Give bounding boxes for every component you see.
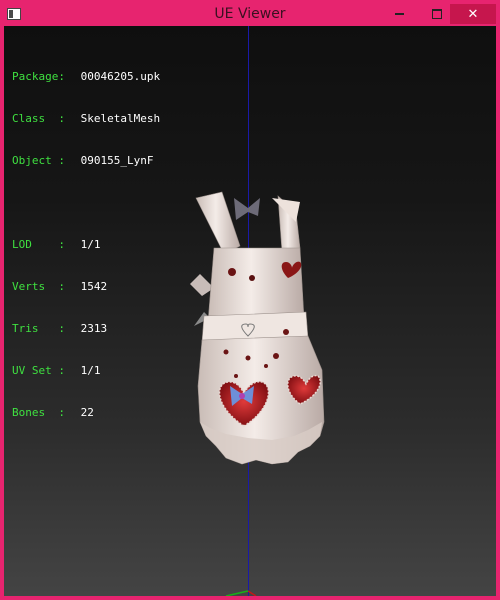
- close-button[interactable]: ✕: [450, 4, 496, 24]
- title-bar[interactable]: UE Viewer ✕: [4, 4, 496, 26]
- info-label: Object :: [12, 154, 65, 167]
- info-label: Tris :: [12, 322, 65, 335]
- apron-mesh: [190, 191, 325, 465]
- info-row-verts: Verts : 1542: [12, 280, 160, 294]
- info-row-uvset: UV Set : 1/1: [12, 364, 160, 378]
- info-label: UV Set :: [12, 364, 65, 377]
- info-label: Verts :: [12, 280, 65, 293]
- z-axis-line: [225, 590, 249, 596]
- info-label: LOD :: [12, 238, 65, 251]
- pocket-bow-knot: [239, 393, 245, 399]
- info-row-bones: Bones : 22: [12, 406, 160, 420]
- app-window: UE Viewer ✕ Package: 00046205.upk Class …: [0, 0, 500, 600]
- info-row-lod: LOD : 1/1: [12, 238, 160, 252]
- neck-bow: [234, 198, 260, 220]
- info-value: 090155_LynF: [80, 154, 154, 167]
- stain: [234, 374, 238, 378]
- info-value: 00046205.upk: [80, 70, 161, 83]
- stain: [228, 268, 236, 276]
- stain: [223, 349, 229, 355]
- info-row-package: Package: 00046205.upk: [12, 70, 160, 84]
- maximize-button[interactable]: [420, 4, 454, 24]
- stain: [283, 329, 289, 335]
- stain: [273, 353, 279, 359]
- apron-strap-left: [195, 191, 241, 255]
- stain: [249, 275, 255, 281]
- info-value: SkeletalMesh: [80, 112, 161, 125]
- x-axis-line: [247, 590, 257, 596]
- minimize-button[interactable]: [384, 4, 414, 24]
- info-row-object: Object : 090155_LynF: [12, 154, 160, 168]
- info-value: 1/1: [80, 364, 101, 377]
- stain: [245, 355, 251, 361]
- info-row-tris: Tris : 2313: [12, 322, 160, 336]
- info-label: Bones :: [12, 406, 65, 419]
- info-value: 2313: [80, 322, 108, 335]
- 3d-viewport[interactable]: Package: 00046205.upk Class : SkeletalMe…: [4, 26, 496, 596]
- info-label: Class :: [12, 112, 65, 125]
- apron-bib: [207, 247, 305, 323]
- stain: [264, 364, 268, 368]
- close-icon: ✕: [467, 7, 479, 22]
- mesh-info-panel: Package: 00046205.upk Class : SkeletalMe…: [12, 42, 160, 448]
- info-row-class: Class : SkeletalMesh: [12, 112, 160, 126]
- info-label: Package:: [12, 70, 65, 83]
- info-value: 1542: [80, 280, 108, 293]
- info-value: 1/1: [80, 238, 101, 251]
- info-value: 22: [80, 406, 94, 419]
